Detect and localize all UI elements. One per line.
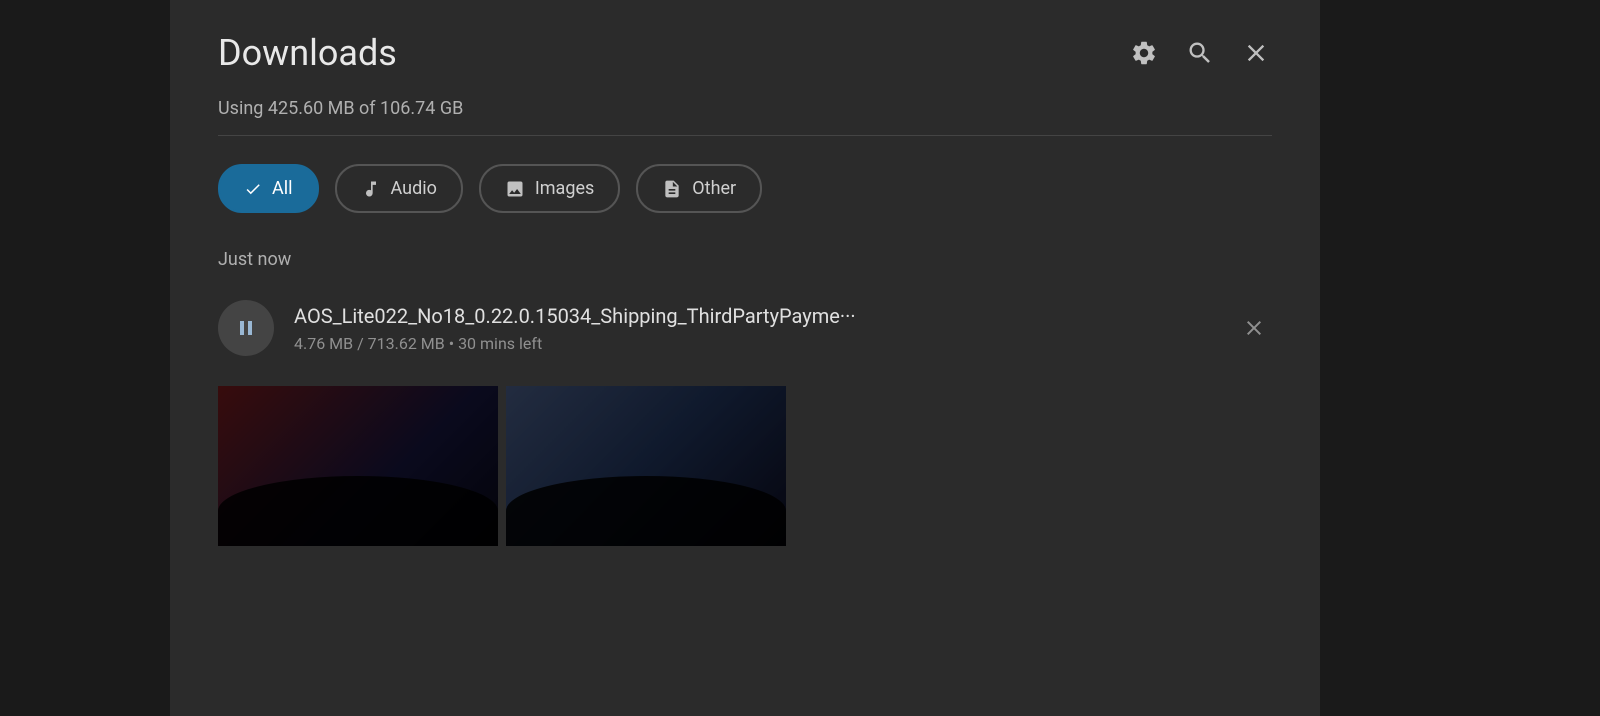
- download-filename: AOS_Lite022_No18_0.22.0.15034_Shipping_T…: [294, 304, 1216, 328]
- section-label: Just now: [218, 249, 1272, 270]
- filter-images-label: Images: [535, 178, 594, 199]
- downloads-panel: Downloads Using 425.60 MB of 106.74 GB: [170, 0, 1320, 716]
- cancel-download-button[interactable]: [1236, 310, 1272, 346]
- music-note-icon: [361, 179, 381, 199]
- check-icon: [244, 180, 262, 198]
- download-info: AOS_Lite022_No18_0.22.0.15034_Shipping_T…: [294, 304, 1216, 353]
- header: Downloads: [218, 32, 1272, 74]
- filter-other-label: Other: [692, 178, 736, 199]
- divider: [218, 135, 1272, 136]
- header-actions: [1128, 37, 1272, 69]
- page-title: Downloads: [218, 32, 397, 74]
- thumbnails-row: [218, 386, 1272, 546]
- thumbnail-right: [506, 386, 786, 546]
- filter-audio[interactable]: Audio: [335, 164, 463, 213]
- settings-icon[interactable]: [1128, 37, 1160, 69]
- pause-button[interactable]: [218, 300, 274, 356]
- search-icon[interactable]: [1184, 37, 1216, 69]
- download-item: AOS_Lite022_No18_0.22.0.15034_Shipping_T…: [218, 290, 1272, 366]
- storage-info: Using 425.60 MB of 106.74 GB: [218, 98, 1272, 119]
- document-icon: [662, 179, 682, 199]
- filter-audio-label: Audio: [391, 178, 437, 199]
- filter-tabs: All Audio Images Other: [218, 164, 1272, 213]
- thumbnail-left: [218, 386, 498, 546]
- close-icon[interactable]: [1240, 37, 1272, 69]
- filter-other[interactable]: Other: [636, 164, 762, 213]
- download-meta: 4.76 MB / 713.62 MB • 30 mins left: [294, 334, 1216, 353]
- filter-images[interactable]: Images: [479, 164, 620, 213]
- filter-all[interactable]: All: [218, 164, 319, 213]
- filter-all-label: All: [272, 178, 293, 199]
- image-icon: [505, 179, 525, 199]
